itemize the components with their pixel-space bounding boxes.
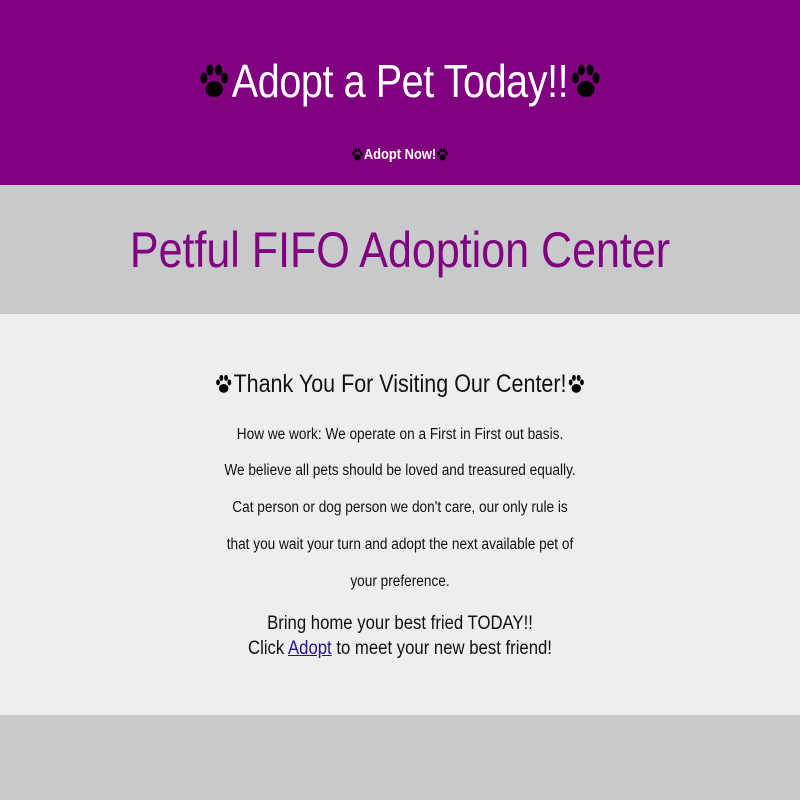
banner-title-text: Adopt a Pet Today!! [231, 55, 569, 107]
page: Adopt a Pet Today!! Adopt Now! Petful FI… [0, 0, 800, 800]
banner-title: Adopt a Pet Today!! [56, 52, 744, 110]
paw-icon [567, 373, 586, 395]
body-paragraph: your preference. [350, 573, 450, 590]
paw-icon [197, 61, 231, 101]
thanks-heading: Thank You For Visiting Our Center! [56, 366, 744, 402]
closing-line: Bring home your best fried TODAY!! [267, 613, 533, 634]
top-banner: Adopt a Pet Today!! Adopt Now! [0, 0, 800, 185]
closing-prefix: Click [248, 638, 285, 659]
paw-icon [351, 147, 364, 162]
paw-icon [436, 147, 449, 162]
adopt-now-label: Adopt Now! [363, 146, 437, 163]
closing-suffix: to meet your new best friend! [336, 638, 552, 659]
paw-icon [568, 61, 602, 101]
adopt-now-link[interactable]: Adopt Now! [56, 146, 744, 163]
center-name: Petful FIFO Adoption Center [129, 222, 671, 278]
thanks-heading-text: Thank You For Visiting Our Center! [233, 370, 567, 398]
body-paragraph: Cat person or dog person we don't care, … [232, 499, 568, 516]
paw-icon [215, 373, 234, 395]
closing-call-to-action: Click Adopt to meet your new best friend… [48, 637, 752, 661]
body-paragraph: We believe all pets should be loved and … [224, 462, 576, 479]
body-paragraph: that you wait your turn and adopt the ne… [226, 536, 574, 553]
adopt-link[interactable]: Adopt [288, 638, 332, 659]
body-paragraph: How we work: We operate on a First in Fi… [236, 426, 564, 443]
footer-band [0, 715, 800, 800]
